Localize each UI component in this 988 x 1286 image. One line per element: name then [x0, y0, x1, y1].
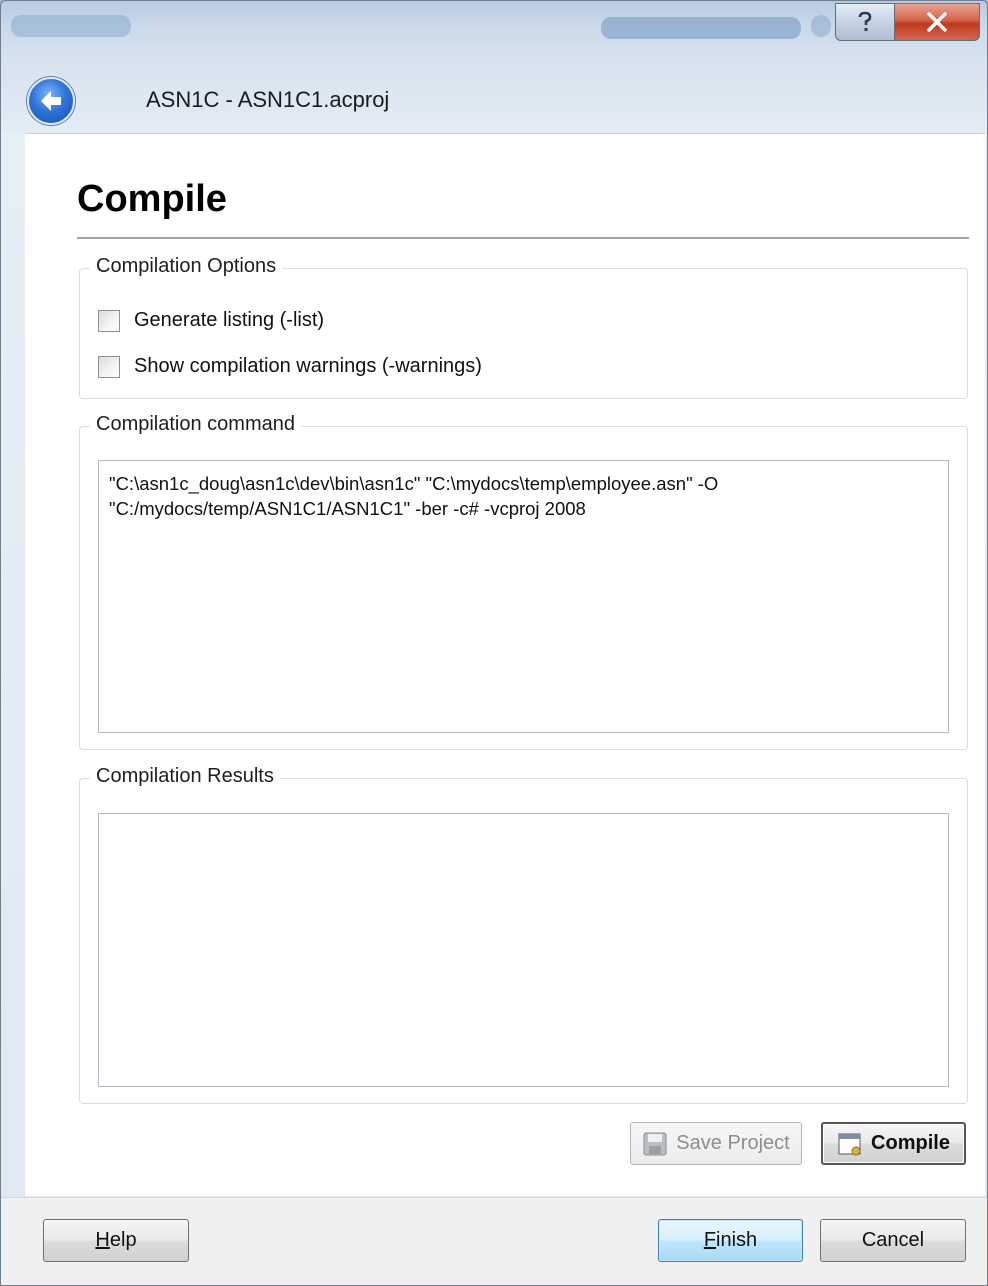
- help-mnemonic: H: [95, 1229, 110, 1251]
- help-caption-button[interactable]: [835, 3, 895, 41]
- generate-listing-checkbox[interactable]: [98, 309, 120, 332]
- heading-divider: [77, 237, 969, 239]
- compile-button[interactable]: Compile: [821, 1122, 966, 1165]
- generate-listing-option[interactable]: Generate listing (-list): [98, 309, 324, 332]
- compilation-command-textarea[interactable]: "C:\asn1c_doug\asn1c\dev\bin\asn1c" "C:\…: [98, 460, 949, 733]
- back-button[interactable]: [27, 77, 75, 125]
- compilation-options-label: Compilation Options: [90, 255, 283, 278]
- generate-listing-label: Generate listing (-list): [134, 309, 325, 331]
- cancel-label: Cancel: [861, 1229, 925, 1251]
- title-bar: [1, 1, 987, 61]
- compilation-results-textarea[interactable]: [98, 813, 949, 1087]
- finish-button[interactable]: Finish: [658, 1219, 803, 1262]
- compilation-results-group: Compilation Results: [79, 765, 968, 1104]
- wizard-page: Compile Compilation Options Generate lis…: [25, 133, 985, 1196]
- wizard-window: ASN1C - ASN1C1.acproj Compile Compilatio…: [0, 0, 988, 1286]
- background-blur: [811, 15, 831, 37]
- background-blur: [11, 15, 131, 37]
- help-button[interactable]: Help: [43, 1219, 189, 1262]
- help-label: elp: [109, 1229, 137, 1251]
- compilation-command-group: Compilation command "C:\asn1c_doug\asn1c…: [79, 413, 968, 750]
- compile-window-icon: [838, 1133, 861, 1155]
- finish-mnemonic: F: [703, 1229, 717, 1251]
- back-arrow-icon: [41, 91, 61, 111]
- close-icon: [927, 12, 947, 32]
- cancel-button[interactable]: Cancel: [820, 1219, 966, 1262]
- compilation-options-group: Compilation Options Generate listing (-l…: [79, 255, 968, 399]
- compilation-command-label: Compilation command: [90, 413, 301, 436]
- compilation-results-label: Compilation Results: [90, 765, 280, 788]
- show-warnings-label: Show compilation warnings (-warnings): [134, 355, 482, 377]
- window-title: ASN1C - ASN1C1.acproj: [146, 87, 390, 112]
- page-title: Compile: [77, 178, 227, 220]
- floppy-disk-icon: [643, 1132, 667, 1155]
- finish-label: inish: [716, 1229, 758, 1251]
- background-blur: [601, 17, 801, 39]
- question-icon: [858, 11, 872, 31]
- save-project-button[interactable]: Save Project: [630, 1122, 802, 1165]
- wizard-header: ASN1C - ASN1C1.acproj: [1, 61, 987, 133]
- save-project-label: Save Project: [676, 1132, 790, 1154]
- show-warnings-checkbox[interactable]: [98, 355, 120, 378]
- show-warnings-option[interactable]: Show compilation warnings (-warnings): [98, 355, 482, 378]
- compile-label: Compile: [871, 1132, 950, 1154]
- wizard-footer: Help Finish Cancel: [1, 1197, 987, 1285]
- close-caption-button[interactable]: [894, 3, 980, 41]
